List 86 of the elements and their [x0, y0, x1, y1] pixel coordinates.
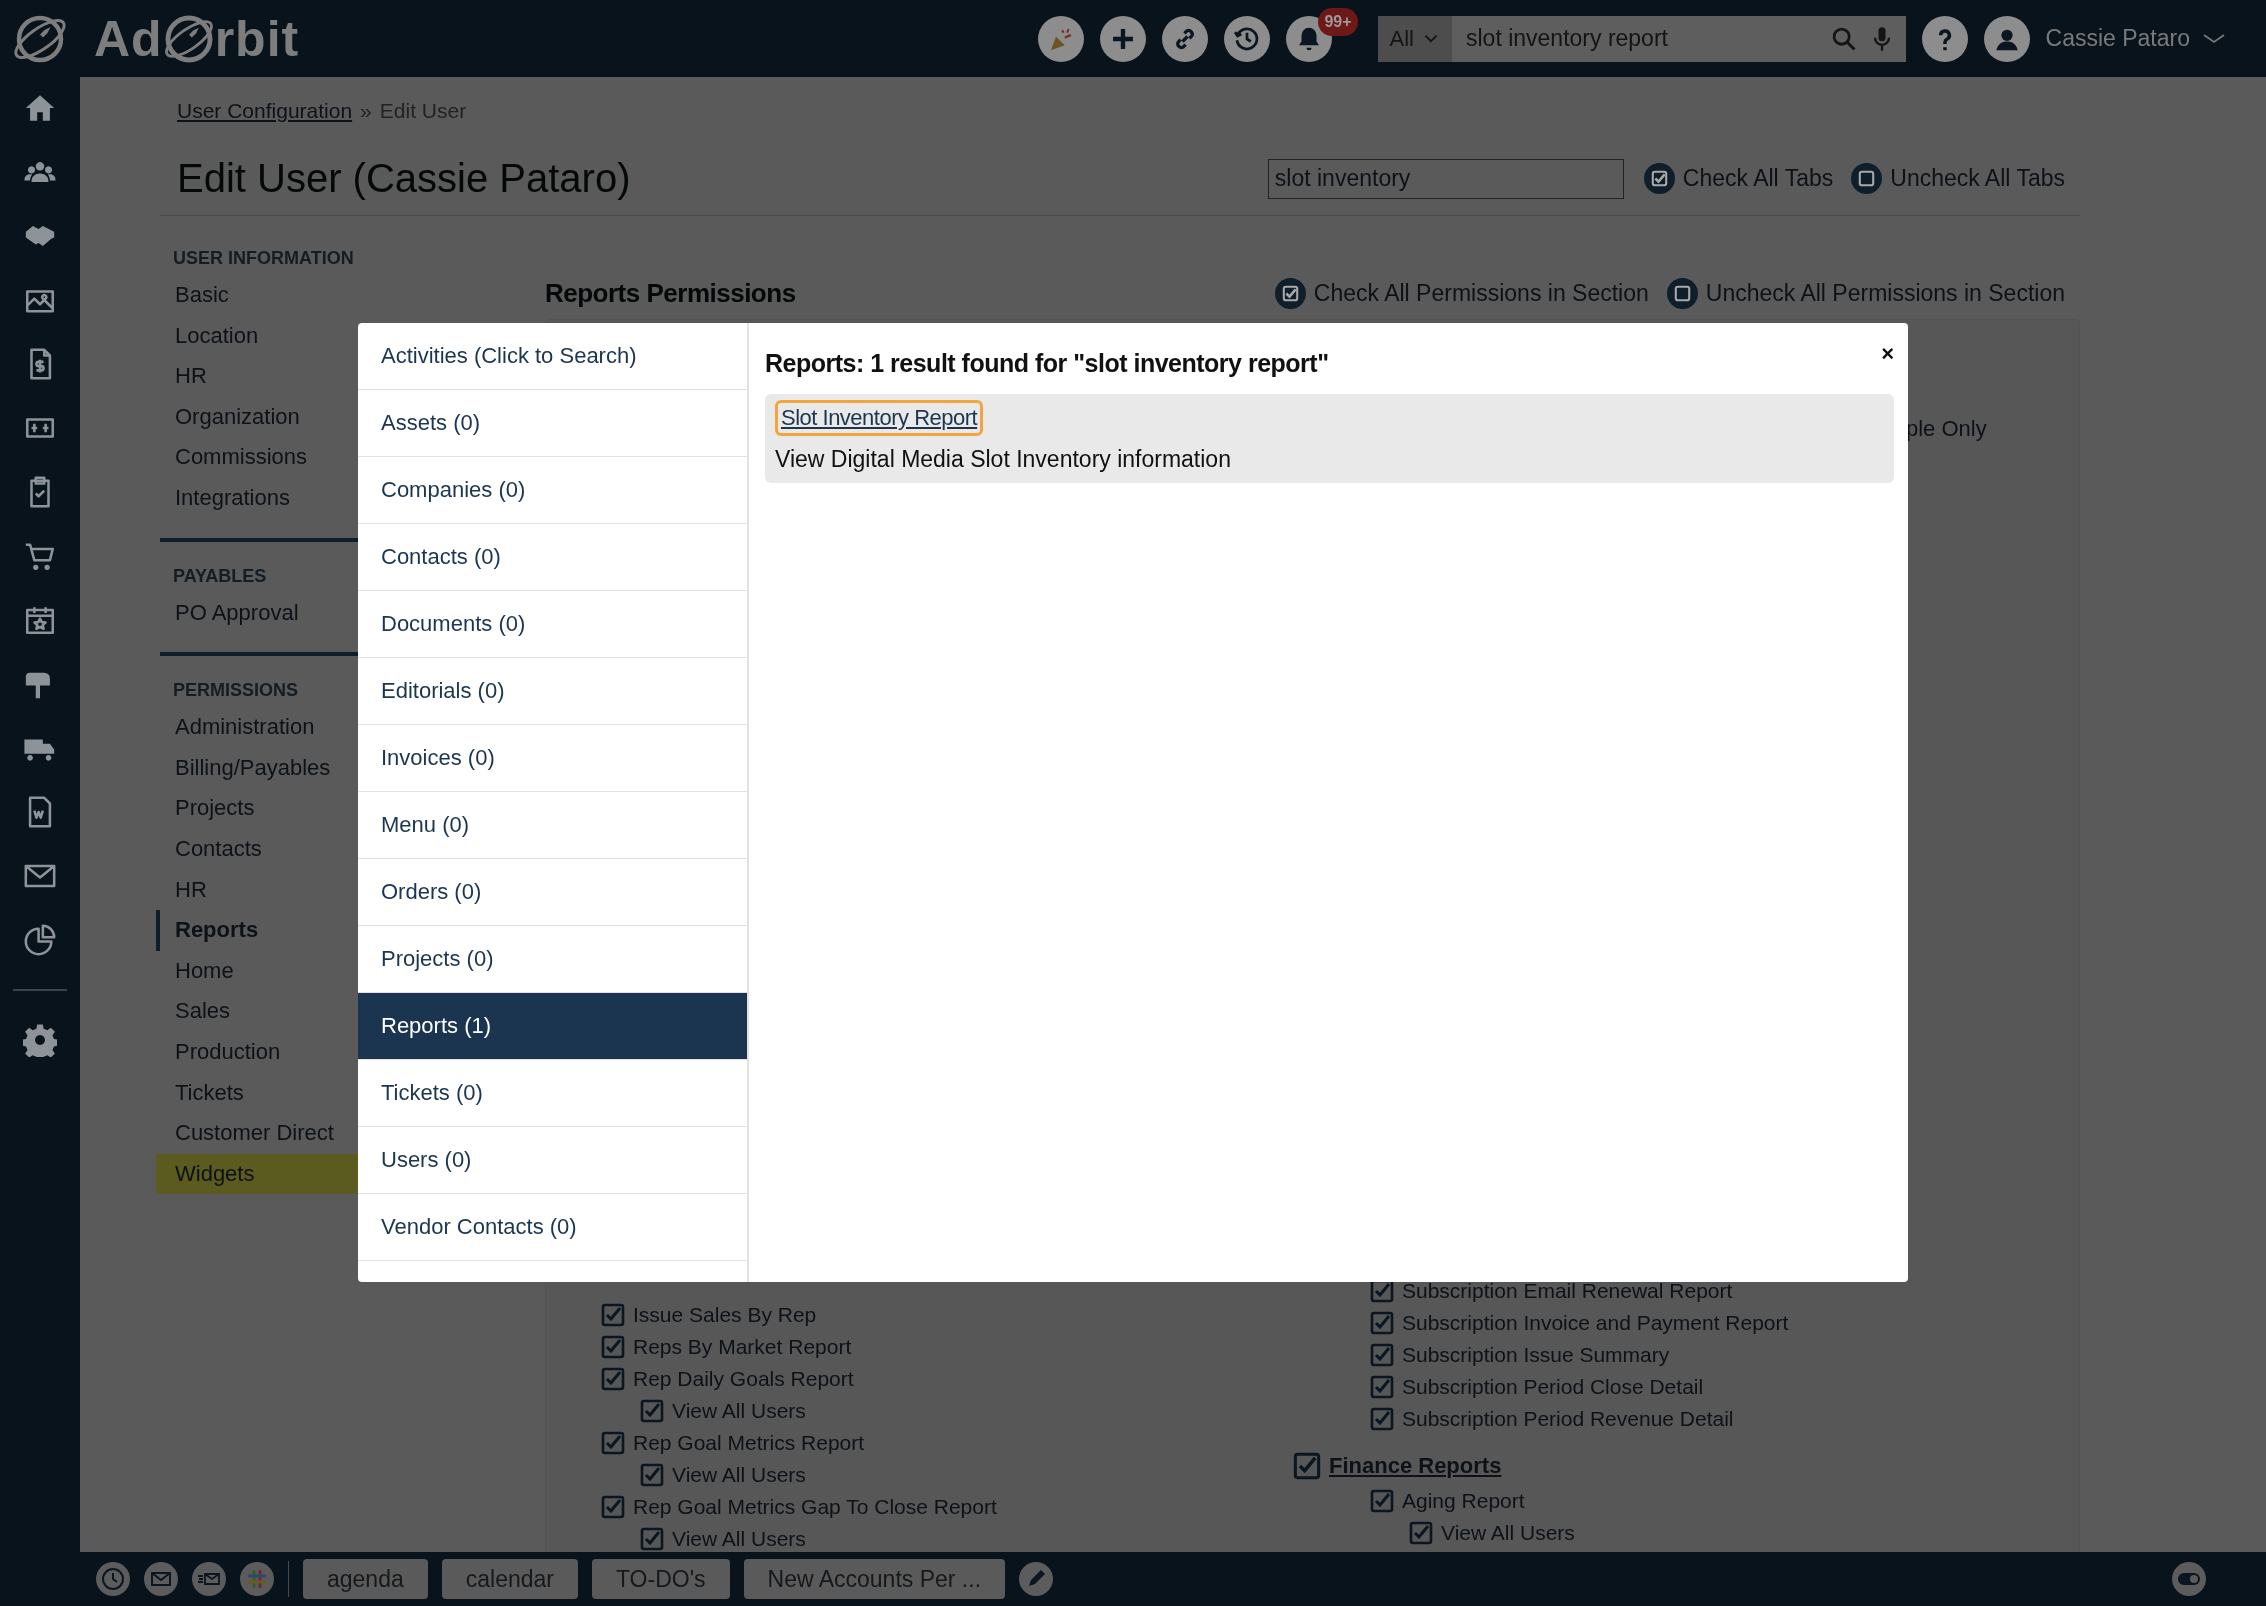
- result-category-item[interactable]: Documents (0): [358, 591, 747, 658]
- category-link[interactable]: Finance Reports: [1329, 1453, 1502, 1479]
- permission-label: Aging Report: [1402, 1489, 1525, 1513]
- nav-section-heading: PAYABLES: [172, 565, 267, 587]
- uncheck-all-permissions-button[interactable]: Uncheck All Permissions in Section: [1666, 278, 2065, 309]
- action-label: Check All Tabs: [1682, 165, 1834, 192]
- permission-label: Issue Sales By Rep: [633, 1303, 817, 1327]
- result-category-item[interactable]: Companies (0): [358, 457, 747, 524]
- message-list-icon[interactable]: [192, 1562, 226, 1596]
- result-category-item[interactable]: Activities (Click to Search): [358, 323, 747, 390]
- nav-item[interactable]: Basic: [156, 275, 520, 316]
- permission-label: Rep Daily Goals Report: [633, 1367, 854, 1391]
- result-category-item[interactable]: Reports (1): [358, 993, 747, 1060]
- checkbox[interactable]: [601, 1495, 625, 1519]
- settings-icon[interactable]: [23, 1023, 57, 1057]
- global-search-field[interactable]: All slot inventory report: [1377, 15, 1906, 62]
- uncheck-all-tabs-button[interactable]: Uncheck All Tabs: [1851, 163, 2065, 194]
- checkbox[interactable]: [1370, 1407, 1394, 1431]
- result-category-item[interactable]: Editorials (0): [358, 658, 747, 725]
- checkbox[interactable]: [1370, 1279, 1394, 1303]
- quick-tab[interactable]: TO-DO's: [592, 1559, 730, 1599]
- checkbox[interactable]: [1370, 1375, 1394, 1399]
- result-description: View Digital Media Slot Inventory information: [775, 446, 1232, 473]
- permission-label: View All Users: [672, 1463, 806, 1487]
- clock-icon[interactable]: [96, 1562, 130, 1596]
- nav-section-heading: USER INFORMATION: [172, 248, 354, 269]
- checkbox[interactable]: [1370, 1311, 1394, 1335]
- result-category-item[interactable]: Tickets (0): [358, 1060, 747, 1127]
- hashtag-icon[interactable]: [240, 1562, 274, 1596]
- permission-label: View All Users: [1441, 1521, 1575, 1545]
- tab-filter-field[interactable]: slot inventory: [1267, 158, 1624, 199]
- checkbox[interactable]: [1293, 1452, 1321, 1480]
- permission-label: View All Users: [672, 1399, 806, 1423]
- checkbox[interactable]: [601, 1303, 625, 1327]
- result-category-item[interactable]: Contacts (0): [358, 524, 747, 591]
- toggle-icon[interactable]: [2172, 1562, 2206, 1596]
- action-label: Check All Permissions in Section: [1313, 280, 1649, 307]
- permission-label: Subscription Period Close Detail: [1402, 1375, 1704, 1399]
- action-label: Uncheck All Tabs: [1890, 165, 2065, 192]
- logo-text: Ad: [94, 9, 163, 68]
- search-scope-dropdown[interactable]: All: [1377, 15, 1452, 62]
- logo-text: rbit: [214, 9, 300, 68]
- quick-tab[interactable]: calendar: [441, 1559, 578, 1599]
- permission-label: Subscription Invoice and Payment Report: [1402, 1311, 1789, 1335]
- breadcrumb-link[interactable]: User Configuration: [177, 99, 353, 123]
- checkbox[interactable]: [1370, 1343, 1394, 1367]
- checkbox[interactable]: [601, 1335, 625, 1359]
- checkbox[interactable]: [1370, 1489, 1394, 1513]
- result-category-item[interactable]: Assets (0): [358, 390, 747, 457]
- breadcrumb-current: Edit User: [379, 99, 467, 123]
- action-label: Uncheck All Permissions in Section: [1705, 280, 2065, 307]
- notification-count-badge: 99+: [1318, 7, 1358, 36]
- permission-label: Rep Goal Metrics Report: [633, 1431, 865, 1455]
- nav-section-heading: PERMISSIONS: [172, 680, 299, 702]
- section-title: Reports Permissions: [545, 278, 796, 309]
- permission-label: Subscription Period Revenue Detail: [1402, 1407, 1734, 1431]
- permission-label: View All Users: [672, 1527, 806, 1551]
- result-category-item[interactable]: Invoices (0): [358, 725, 747, 792]
- page-title: Edit User (Cassie Pataro): [177, 156, 631, 201]
- checkbox[interactable]: [640, 1399, 664, 1423]
- result-link[interactable]: Slot Inventory Report: [775, 400, 984, 436]
- checkbox[interactable]: [1409, 1521, 1433, 1545]
- close-button[interactable]: ×: [1881, 341, 1894, 367]
- result-category-item[interactable]: Users (0): [358, 1127, 747, 1194]
- check-all-tabs-button[interactable]: Check All Tabs: [1643, 163, 1834, 194]
- quick-tab[interactable]: agenda: [303, 1559, 428, 1599]
- user-menu[interactable]: Cassie Pataro: [2045, 25, 2226, 52]
- permission-label: Rep Goal Metrics Gap To Close Report: [633, 1495, 997, 1519]
- mail-icon[interactable]: [144, 1562, 178, 1596]
- result-category-item[interactable]: Orders (0): [358, 859, 747, 926]
- permission-label: Subscription Email Renewal Report: [1402, 1279, 1733, 1303]
- permission-label: Reps By Market Report: [633, 1335, 852, 1359]
- check-all-permissions-button[interactable]: Check All Permissions in Section: [1274, 278, 1649, 309]
- quick-tab[interactable]: New Accounts Per ...: [743, 1559, 1006, 1599]
- results-title: Reports: 1 result found for "slot inventory report": [765, 348, 1329, 378]
- checkbox[interactable]: [640, 1463, 664, 1487]
- checkbox[interactable]: [640, 1527, 664, 1551]
- chevron-down-icon: [2202, 32, 2226, 45]
- result-category-item[interactable]: Menu (0): [358, 792, 747, 859]
- checkbox[interactable]: [601, 1431, 625, 1455]
- breadcrumb-separator: »: [360, 99, 372, 123]
- pie-chart-icon[interactable]: [23, 923, 57, 957]
- pencil-icon[interactable]: [1019, 1562, 1054, 1596]
- result-category-item[interactable]: Vendor Contacts (0): [358, 1194, 747, 1261]
- checkbox[interactable]: [601, 1367, 625, 1391]
- permission-label: Subscription Issue Summary: [1402, 1343, 1670, 1367]
